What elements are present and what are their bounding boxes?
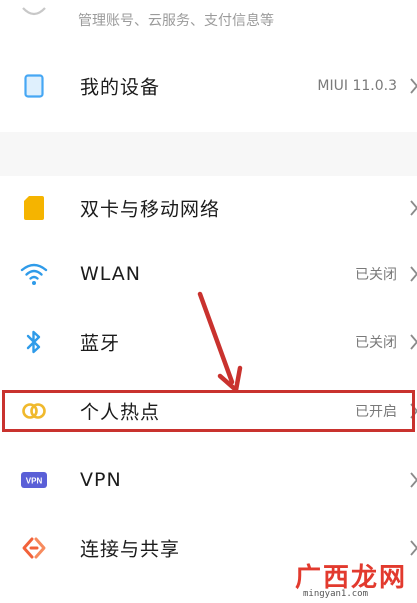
watermark: 广西龙网 mingyan1.com [295, 555, 411, 599]
account-row[interactable]: 管理账号、云服务、支付信息等 [0, 0, 417, 40]
chevron-right-icon [410, 334, 417, 350]
vpn-label: VPN [80, 469, 122, 491]
watermark-domain: mingyan1.com [303, 589, 369, 599]
hotspot-highlight-box [2, 390, 415, 432]
bluetooth-status: 已关闭 [355, 335, 397, 351]
wlan-status: 已关闭 [355, 267, 397, 283]
account-subtitle: 管理账号、云服务、支付信息等 [78, 13, 274, 29]
bluetooth-label: 蓝牙 [80, 332, 121, 355]
chevron-right-icon [410, 200, 417, 216]
device-icon [20, 72, 48, 100]
section-divider [0, 132, 417, 176]
dual-sim-row[interactable]: 双卡与移动网络 [0, 178, 417, 238]
chevron-right-icon [410, 78, 417, 94]
annotation-arrow [197, 291, 243, 393]
wifi-icon [20, 260, 48, 288]
connection-sharing-label: 连接与共享 [80, 538, 181, 561]
connection-sharing-icon [20, 534, 48, 562]
wlan-label: WLAN [80, 263, 142, 285]
my-device-label: 我的设备 [80, 76, 161, 99]
my-device-row[interactable]: 我的设备 MIUI 11.0.3 [0, 56, 417, 116]
account-icon [20, 0, 48, 28]
vpn-icon: VPN [20, 466, 48, 494]
vpn-badge-text: VPN [26, 477, 43, 486]
bluetooth-icon [20, 328, 48, 356]
sim-card-icon [20, 194, 48, 222]
vpn-row[interactable]: VPN VPN [0, 450, 417, 510]
chevron-right-icon [410, 266, 417, 282]
dual-sim-label: 双卡与移动网络 [80, 198, 221, 221]
chevron-right-icon [410, 472, 417, 488]
miui-version: MIUI 11.0.3 [317, 78, 397, 94]
